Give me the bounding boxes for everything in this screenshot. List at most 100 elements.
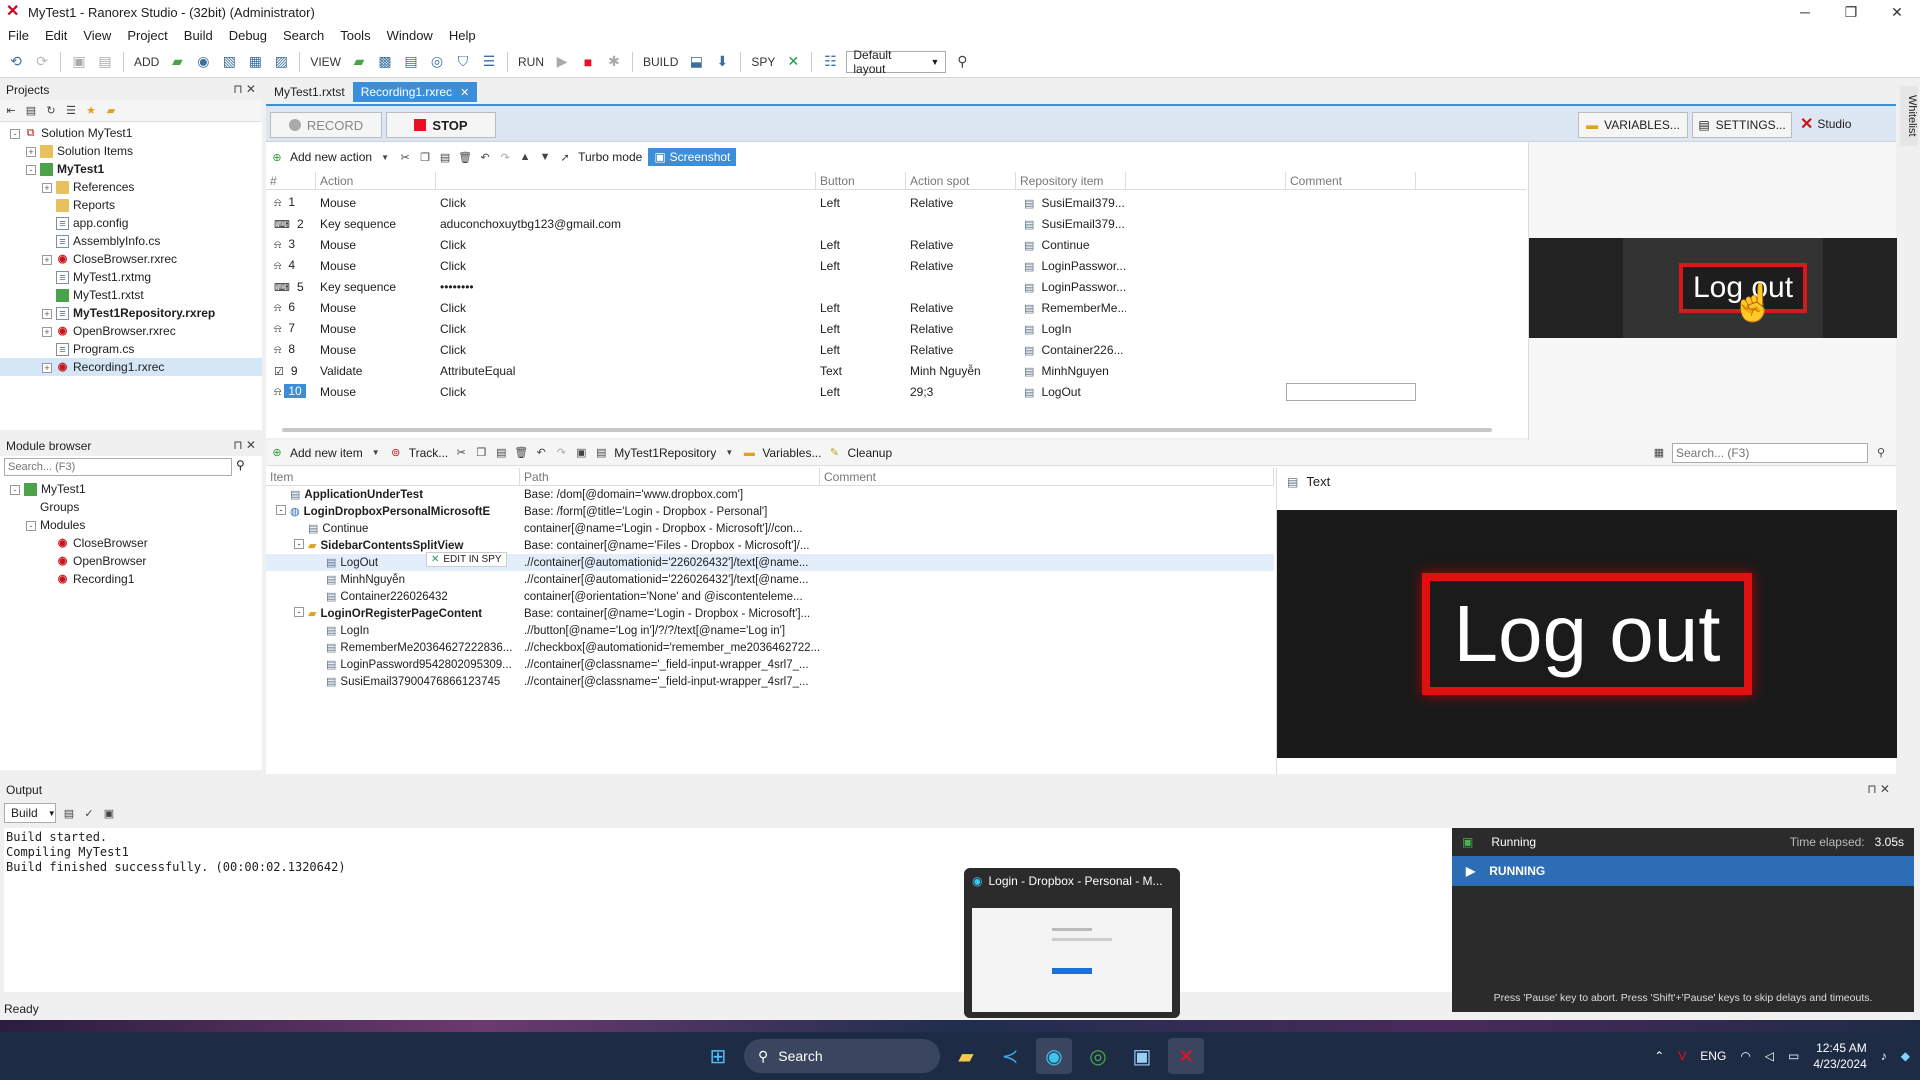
- output-source-select[interactable]: Build ▼: [4, 803, 56, 823]
- undo-icon[interactable]: ↶: [478, 150, 492, 164]
- pin-close-icon[interactable]: ⊓ ✕: [1867, 782, 1890, 796]
- properties-icon[interactable]: ▤: [24, 104, 38, 118]
- action-row[interactable]: ⌨ 2 Key sequence aduconchoxuytbg123@gmail.…: [266, 213, 1526, 234]
- menu-search[interactable]: Search: [275, 28, 332, 43]
- start-windows-icon[interactable]: ⊞: [700, 1038, 736, 1074]
- expander-icon[interactable]: +: [42, 362, 52, 373]
- menu-debug[interactable]: Debug: [221, 28, 275, 43]
- shield-icon[interactable]: ⛉: [453, 52, 473, 72]
- battery-icon[interactable]: ▭: [1788, 1049, 1799, 1063]
- expander-icon[interactable]: -: [294, 539, 304, 549]
- save-icon[interactable]: ▣: [69, 52, 89, 72]
- view-module-icon[interactable]: ▩: [375, 52, 395, 72]
- settings-button[interactable]: ▤ SETTINGS...: [1692, 112, 1792, 138]
- chevron-up-icon[interactable]: ⌃: [1654, 1049, 1664, 1063]
- paste-icon[interactable]: ▤: [494, 446, 508, 460]
- build-icon[interactable]: ⬓: [686, 52, 706, 72]
- redo-icon[interactable]: ↷: [554, 446, 568, 460]
- chrome-icon[interactable]: ◎: [1080, 1038, 1116, 1074]
- view-folder-icon[interactable]: ▰: [349, 52, 369, 72]
- expander-icon[interactable]: -: [10, 484, 20, 495]
- add-item-icon[interactable]: ▨: [271, 52, 291, 72]
- add-recording-icon[interactable]: ◉: [193, 52, 213, 72]
- repository-row[interactable]: ▤ SusiEmail37900476866123745 .//container[…: [266, 673, 1274, 690]
- track-button[interactable]: Track...: [409, 446, 449, 460]
- view-repo-icon[interactable]: ◎: [427, 52, 447, 72]
- volume-icon[interactable]: ◁: [1765, 1049, 1774, 1063]
- taskbar-search[interactable]: ⚲ Search: [744, 1039, 940, 1073]
- stop-icon[interactable]: ■: [578, 52, 598, 72]
- repository-row[interactable]: ▤ LogIn .//button[@name='Log in']/?/?/text…: [266, 622, 1274, 639]
- tree-item[interactable]: ◉ Recording1: [0, 570, 262, 588]
- menu-project[interactable]: Project: [119, 28, 175, 43]
- language-indicator[interactable]: ENG: [1700, 1049, 1726, 1063]
- redo-icon[interactable]: ↷: [498, 150, 512, 164]
- action-row[interactable]: ☑ 9 Validate AttributeEqual Text Minh Nguyễn…: [266, 360, 1526, 381]
- tree-item[interactable]: Groups: [0, 498, 262, 516]
- file-explorer-icon[interactable]: ▰: [948, 1038, 984, 1074]
- repository-row[interactable]: ▤ Container226026432 container[@orientatio…: [266, 588, 1274, 605]
- action-row[interactable]: ⍾ 4 Mouse Click Left Relative ▤ LoginPasswor.…: [266, 255, 1526, 276]
- tree-item[interactable]: + ◉ OpenBrowser.rxrec: [0, 322, 262, 340]
- edit-in-spy-button[interactable]: ✕ EDIT IN SPY: [426, 552, 507, 567]
- ranorex-taskbar-icon[interactable]: ✕: [1168, 1038, 1204, 1074]
- copy-icon[interactable]: ❐: [418, 150, 432, 164]
- open-folder-icon[interactable]: ▰: [104, 104, 118, 118]
- horizontal-scrollbar[interactable]: [282, 428, 1492, 432]
- wifi-icon[interactable]: ◠: [1740, 1049, 1750, 1063]
- tree-item[interactable]: + References: [0, 178, 262, 196]
- add-testcase-icon[interactable]: ▦: [245, 52, 265, 72]
- spy-icon[interactable]: ✕: [783, 52, 803, 72]
- action-row[interactable]: ⍾ 3 Mouse Click Left Relative ▤ Continue: [266, 234, 1526, 255]
- tree-item[interactable]: + ◉ CloseBrowser.rxrec: [0, 250, 262, 268]
- back-icon[interactable]: ⟲: [6, 52, 26, 72]
- expander-icon[interactable]: +: [42, 308, 52, 319]
- repository-row[interactable]: ▤ RememberMe20364627222836... .//checkbox[…: [266, 639, 1274, 656]
- tree-item[interactable]: ◉ OpenBrowser: [0, 552, 262, 570]
- move-down-icon[interactable]: ▼: [538, 150, 552, 164]
- settings-icon[interactable]: ☰: [479, 52, 499, 72]
- undo-icon[interactable]: ↶: [534, 446, 548, 460]
- tree-item[interactable]: - MyTest1: [0, 160, 262, 178]
- copy-icon[interactable]: ❐: [474, 446, 488, 460]
- tree-item[interactable]: - MyTest1: [0, 480, 262, 498]
- action-row[interactable]: ⍾ 10 Mouse Click Left 29;3 ▤ LogOut: [266, 381, 1526, 402]
- refresh-icon[interactable]: ↻: [44, 104, 58, 118]
- play-icon[interactable]: ▶: [552, 52, 572, 72]
- tree-item[interactable]: ◉ CloseBrowser: [0, 534, 262, 552]
- repository-row[interactable]: ▤ MinhNguyễn .//container[@automationid='2…: [266, 571, 1274, 588]
- minimize-button[interactable]: ─: [1782, 0, 1828, 24]
- close-button[interactable]: ✕: [1874, 0, 1920, 24]
- chevron-down-icon[interactable]: ▼: [378, 150, 392, 164]
- add-code-module-icon[interactable]: ▧: [219, 52, 239, 72]
- record-button[interactable]: RECORD: [270, 112, 382, 138]
- tray-app-icon[interactable]: V: [1678, 1049, 1686, 1063]
- save-all-icon[interactable]: ▤: [95, 52, 115, 72]
- layout-select[interactable]: Default layout ▼: [846, 48, 947, 76]
- tree-item[interactable]: + Solution Items: [0, 142, 262, 160]
- expander-icon[interactable]: -: [26, 520, 36, 531]
- menu-window[interactable]: Window: [379, 28, 441, 43]
- stop-button[interactable]: STOP: [386, 112, 496, 138]
- add-folder-icon[interactable]: ▰: [167, 52, 187, 72]
- view-data-icon[interactable]: ▤: [401, 52, 421, 72]
- cleanup-button[interactable]: Cleanup: [847, 446, 892, 460]
- repository-select[interactable]: MyTest1Repository: [614, 446, 716, 460]
- repository-row[interactable]: ▤ Continue container[@name='Login - Dropbo…: [266, 520, 1274, 537]
- menu-view[interactable]: View: [75, 28, 119, 43]
- tree-item[interactable]: - Modules: [0, 516, 262, 534]
- pin-close-icon[interactable]: ⊓ ✕: [233, 82, 256, 96]
- add-new-item-button[interactable]: Add new item: [290, 446, 363, 460]
- star-folder-icon[interactable]: ★: [84, 104, 98, 118]
- grid-view-icon[interactable]: ▦: [1652, 446, 1666, 460]
- action-row[interactable]: ⍾ 8 Mouse Click Left Relative ▤ Container226.…: [266, 339, 1526, 360]
- menu-file[interactable]: File: [0, 28, 37, 43]
- expander-icon[interactable]: +: [42, 182, 52, 193]
- repository-row[interactable]: ▤ ApplicationUnderTest Base: /dom[@domain=…: [266, 486, 1274, 503]
- tree-item[interactable]: + ≡ MyTest1Repository.rxrep: [0, 304, 262, 322]
- turbo-mode-button[interactable]: Turbo mode: [578, 150, 642, 164]
- expander-icon[interactable]: -: [276, 505, 286, 515]
- debug-icon[interactable]: ✱: [604, 52, 624, 72]
- expander-icon[interactable]: -: [26, 164, 36, 175]
- repo-settings-icon[interactable]: ▣: [574, 446, 588, 460]
